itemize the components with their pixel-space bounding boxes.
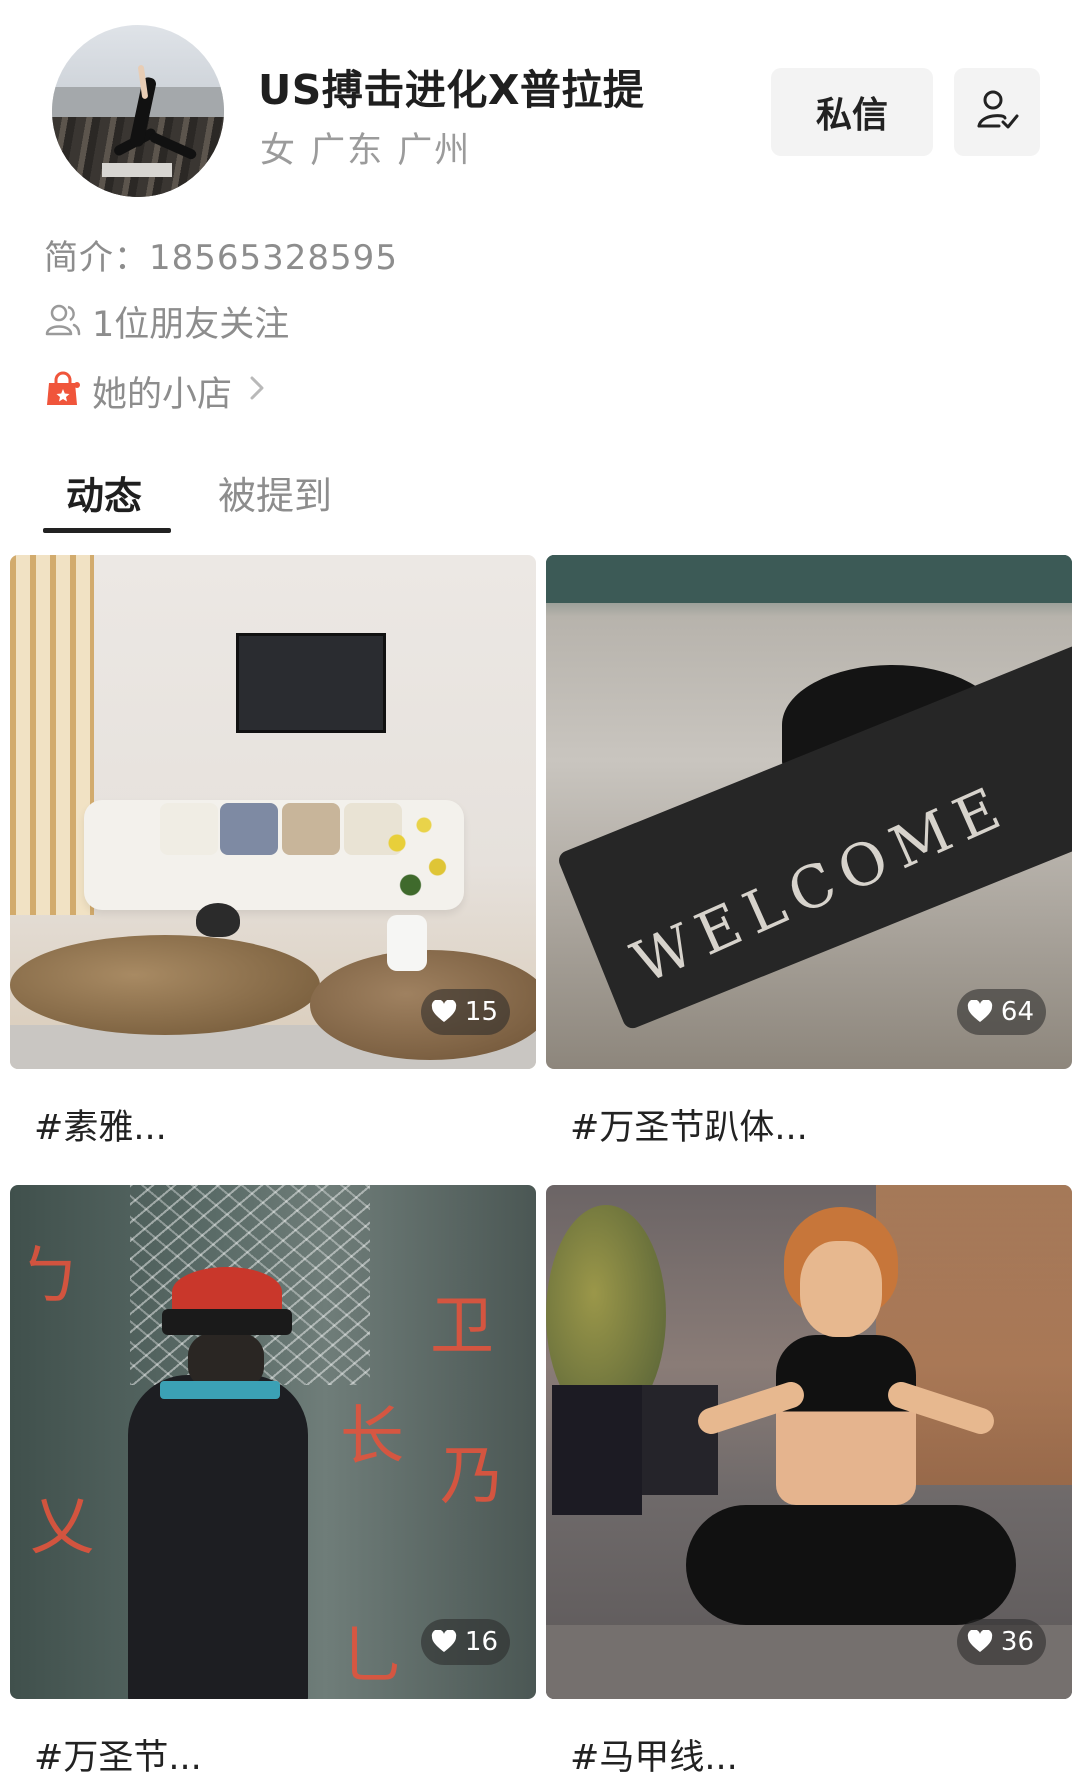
like-count: 36 <box>1000 1627 1034 1657</box>
active-tab-indicator <box>43 528 171 533</box>
post-thumbnail[interactable]: 15 <box>10 555 536 1069</box>
chevron-right-icon <box>248 374 266 410</box>
post-card[interactable]: ㄅ 乂 卫 乃 长 乚 16 #万圣节... <box>10 1185 536 1778</box>
follow-button[interactable] <box>954 68 1040 156</box>
shop-label: 她的小店 <box>92 375 233 415</box>
profile-name: US搏击进化X普拉提 <box>258 66 645 114</box>
post-thumbnail[interactable]: WELCOME 64 <box>546 555 1072 1069</box>
message-button[interactable]: 私信 <box>771 68 933 156</box>
post-card[interactable]: WELCOME 64 #万圣节趴体... <box>546 555 1072 1148</box>
follow-user-check-icon <box>975 88 1019 136</box>
post-caption[interactable]: #万圣节... <box>34 1729 202 1780</box>
shopping-bag-icon <box>44 371 82 413</box>
like-count-badge: 15 <box>420 989 510 1035</box>
friends-icon <box>44 303 82 341</box>
post-thumbnail[interactable]: ㄅ 乂 卫 乃 长 乚 16 <box>10 1185 536 1699</box>
like-count-badge: 16 <box>420 1619 510 1665</box>
heart-icon <box>431 1000 457 1024</box>
post-card[interactable]: 36 #马甲线... <box>546 1185 1072 1778</box>
like-count: 15 <box>464 997 498 1027</box>
tab-mentioned[interactable]: 被提到 <box>218 465 332 520</box>
friends-following-text: 1位朋友关注 <box>92 305 290 345</box>
heart-icon <box>967 1000 993 1024</box>
tab-posts[interactable]: 动态 <box>66 465 142 520</box>
post-thumbnail[interactable]: 36 <box>546 1185 1072 1699</box>
message-button-label: 私信 <box>815 95 888 136</box>
like-count: 64 <box>1000 997 1034 1027</box>
profile-bio: 简介：18565328595 <box>44 238 398 278</box>
shop-link[interactable]: 她的小店 <box>44 366 266 417</box>
like-count: 16 <box>464 1627 498 1657</box>
friends-following-row[interactable]: 1位朋友关注 <box>44 296 289 347</box>
like-count-badge: 64 <box>956 989 1046 1035</box>
heart-icon <box>431 1630 457 1654</box>
profile-avatar[interactable] <box>52 25 224 197</box>
post-caption[interactable]: #马甲线... <box>570 1729 738 1780</box>
profile-gender-location: 女 广东 广州 <box>260 131 472 171</box>
post-caption[interactable]: #万圣节趴体... <box>570 1099 808 1150</box>
heart-icon <box>967 1630 993 1654</box>
like-count-badge: 36 <box>956 1619 1046 1665</box>
post-card[interactable]: 15 #素雅... <box>10 555 536 1148</box>
post-caption[interactable]: #素雅... <box>34 1099 167 1150</box>
